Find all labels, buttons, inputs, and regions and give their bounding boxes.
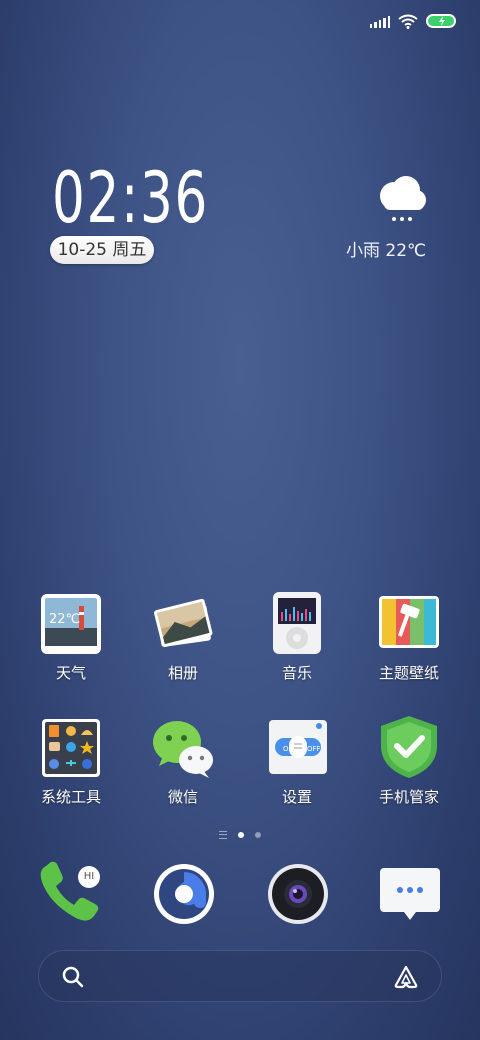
rain-cloud-icon[interactable] [372,172,428,224]
phone-badge: HI [78,866,100,888]
weather-condition[interactable]: 小雨 22℃ [346,236,426,261]
app-themes[interactable]: 主题壁纸 [354,592,464,683]
app-label: 手机管家 [378,788,439,806]
app-label: 设置 [281,788,312,806]
dock-browser[interactable] [152,862,218,928]
page-dot-active[interactable] [238,832,244,838]
search-bar[interactable] [38,950,442,1002]
app-label: 天气 [55,664,86,682]
app-label: 音乐 [281,664,312,682]
app-label: 系统工具 [40,788,101,806]
app-wechat[interactable]: 微信 [128,716,238,807]
status-bar [369,10,456,32]
clock-time[interactable]: 02:36 [52,160,209,236]
app-label: 相册 [167,664,198,682]
weather-app-temp: 22℃ [49,612,81,627]
svg-text:OFF: OFF [307,745,321,753]
app-label: 微信 [167,788,198,806]
app-security[interactable]: 手机管家 [354,716,464,807]
browser-icon [154,864,214,924]
page-list-icon[interactable] [219,831,227,839]
themes-icon [377,592,441,656]
dock-camera[interactable] [266,862,332,928]
wechat-icon [151,716,215,780]
music-icon [265,592,329,656]
app-music[interactable]: 音乐 [242,592,352,683]
assistant-icon[interactable] [393,965,419,989]
app-system-tools[interactable]: 系统工具 [16,716,126,807]
dock-phone[interactable]: HI [36,860,102,926]
signal-icon [369,14,390,28]
page-dot[interactable] [255,832,261,838]
app-gallery[interactable]: 相册 [128,592,238,683]
page-indicator[interactable] [219,831,261,839]
battery-charging-icon [426,14,456,28]
search-icon[interactable] [61,965,85,989]
phone-badge-text: HI [83,871,95,882]
camera-icon [268,864,328,924]
messages-icon [380,868,440,920]
wifi-icon [398,14,418,29]
app-weather[interactable]: 22℃ 天气 [16,592,126,683]
security-shield-icon [377,716,441,780]
app-settings[interactable]: OFF OFF 设置 [242,716,352,807]
system-tools-folder-icon [39,716,103,780]
weather-app-icon: 22℃ [39,592,103,656]
gallery-icon [151,592,215,656]
app-label: 主题壁纸 [378,664,439,682]
dock-messages[interactable] [378,866,444,932]
settings-icon: OFF OFF [265,716,329,780]
clock-date[interactable]: 10-25 周五 [50,236,154,264]
